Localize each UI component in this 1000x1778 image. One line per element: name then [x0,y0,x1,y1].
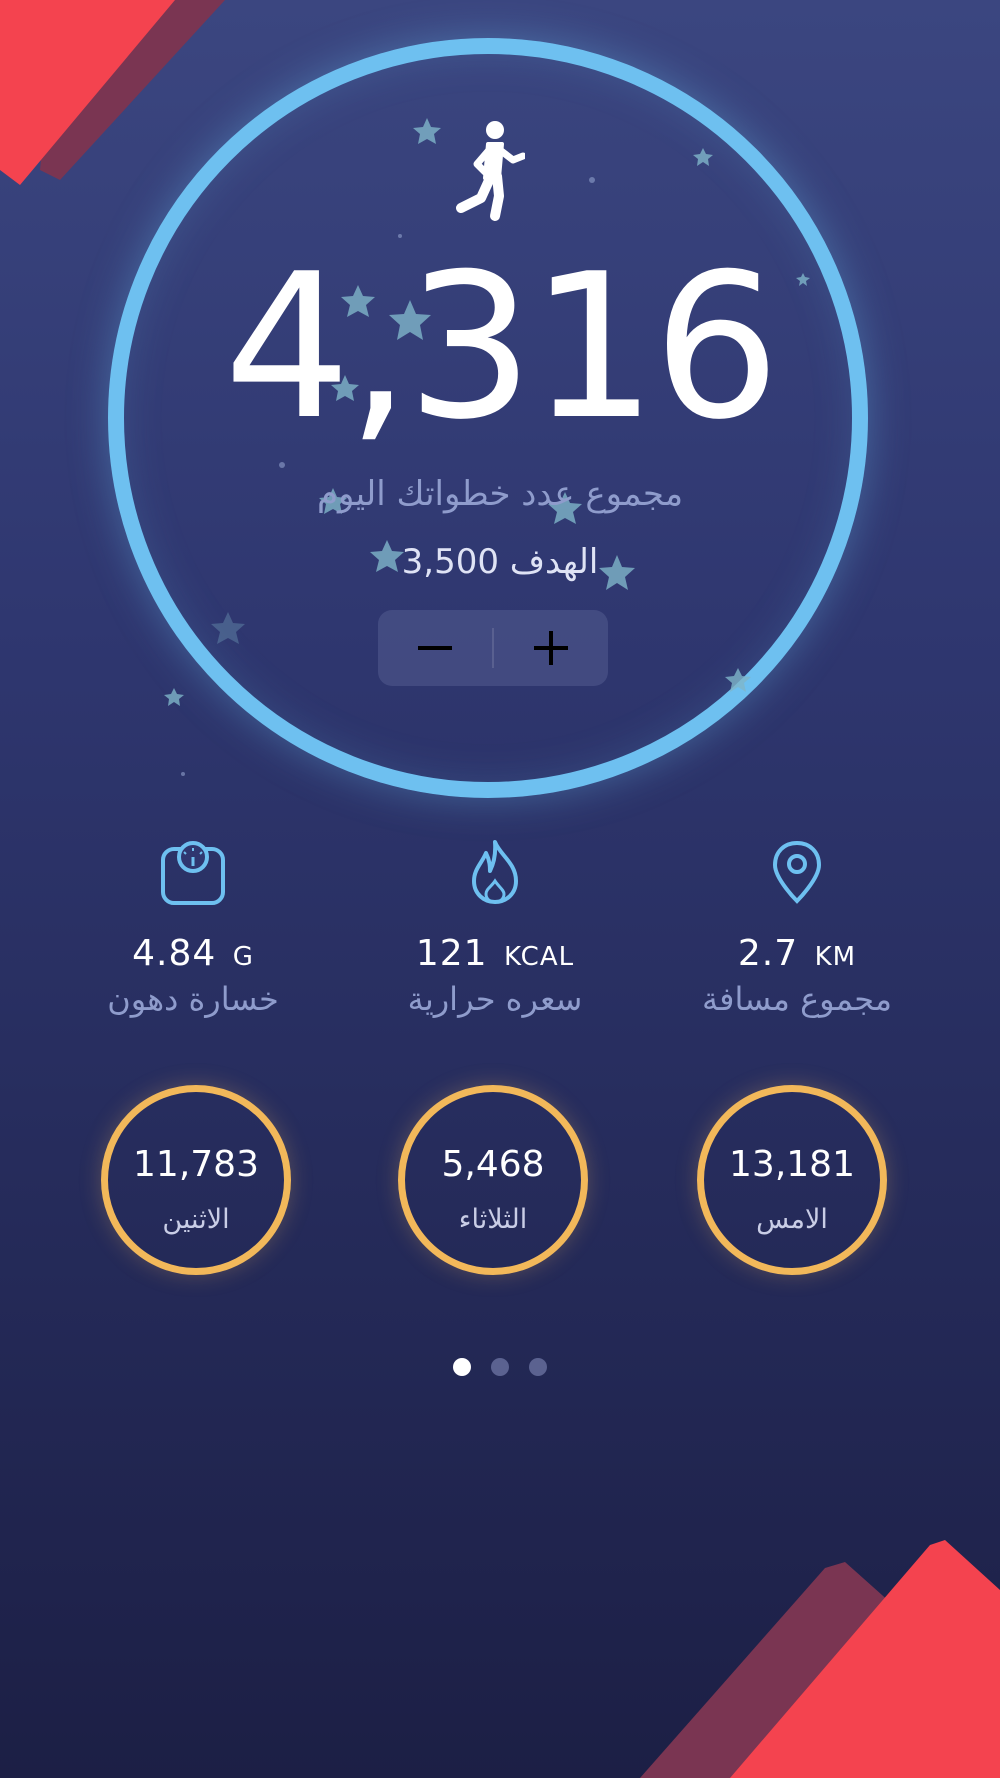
goal-stepper [378,610,608,686]
flame-icon [472,840,518,904]
location-pin-icon [772,840,822,904]
page-dot-2[interactable] [491,1358,509,1376]
plus-icon [534,631,568,665]
history-day-value: 13,181 [729,1144,855,1185]
goal-text: الهدف 3,500 [401,542,599,582]
stat-distance-label: مجموع مسافة [702,980,892,1018]
stat-distance-unit: KM [814,942,857,972]
page-indicator [0,1358,1000,1380]
history-day-monday[interactable]: 11,783 الاثنين [101,1085,291,1275]
history-day-yesterday[interactable]: 13,181 الامس [697,1085,887,1275]
runner-icon [456,121,525,221]
step-count: 4,316 [223,231,781,464]
stat-fat-loss-unit: G [232,942,254,972]
history-day-tuesday[interactable]: 5,468 الثلاثاء [398,1085,588,1275]
step-count-label: مجموع عدد خطواتك اليوم [316,474,684,514]
stat-calories-value: 121 [415,933,488,974]
page-dot-1[interactable] [453,1358,471,1376]
increase-goal-button[interactable] [494,610,608,686]
history-day-label: الاثنين [162,1204,230,1235]
stat-fat-loss-label: خسارة دهون [107,980,279,1018]
stat-fat-loss: 4.84 G خسارة دهون [63,837,323,1018]
history-day-value: 5,468 [441,1144,545,1185]
history-day-label: الثلاثاء [458,1204,528,1235]
stat-distance-value: 2.7 [737,933,799,974]
stat-calories-unit: KCAL [504,942,575,972]
decrease-goal-button[interactable] [378,610,492,686]
history-day-label: الامس [756,1204,828,1235]
stat-distance: 2.7 KM مجموع مسافة [667,837,927,1018]
page-dot-3[interactable] [529,1358,547,1376]
stat-fat-loss-value: 4.84 [132,933,217,974]
stat-calories: 121 KCAL سعره حرارية [365,837,625,1018]
corner-decoration-bottom-right [640,1540,1000,1778]
history-day-value: 11,783 [133,1144,259,1185]
minus-icon [418,646,452,650]
scale-icon [161,841,225,905]
stat-calories-label: سعره حرارية [407,980,583,1018]
